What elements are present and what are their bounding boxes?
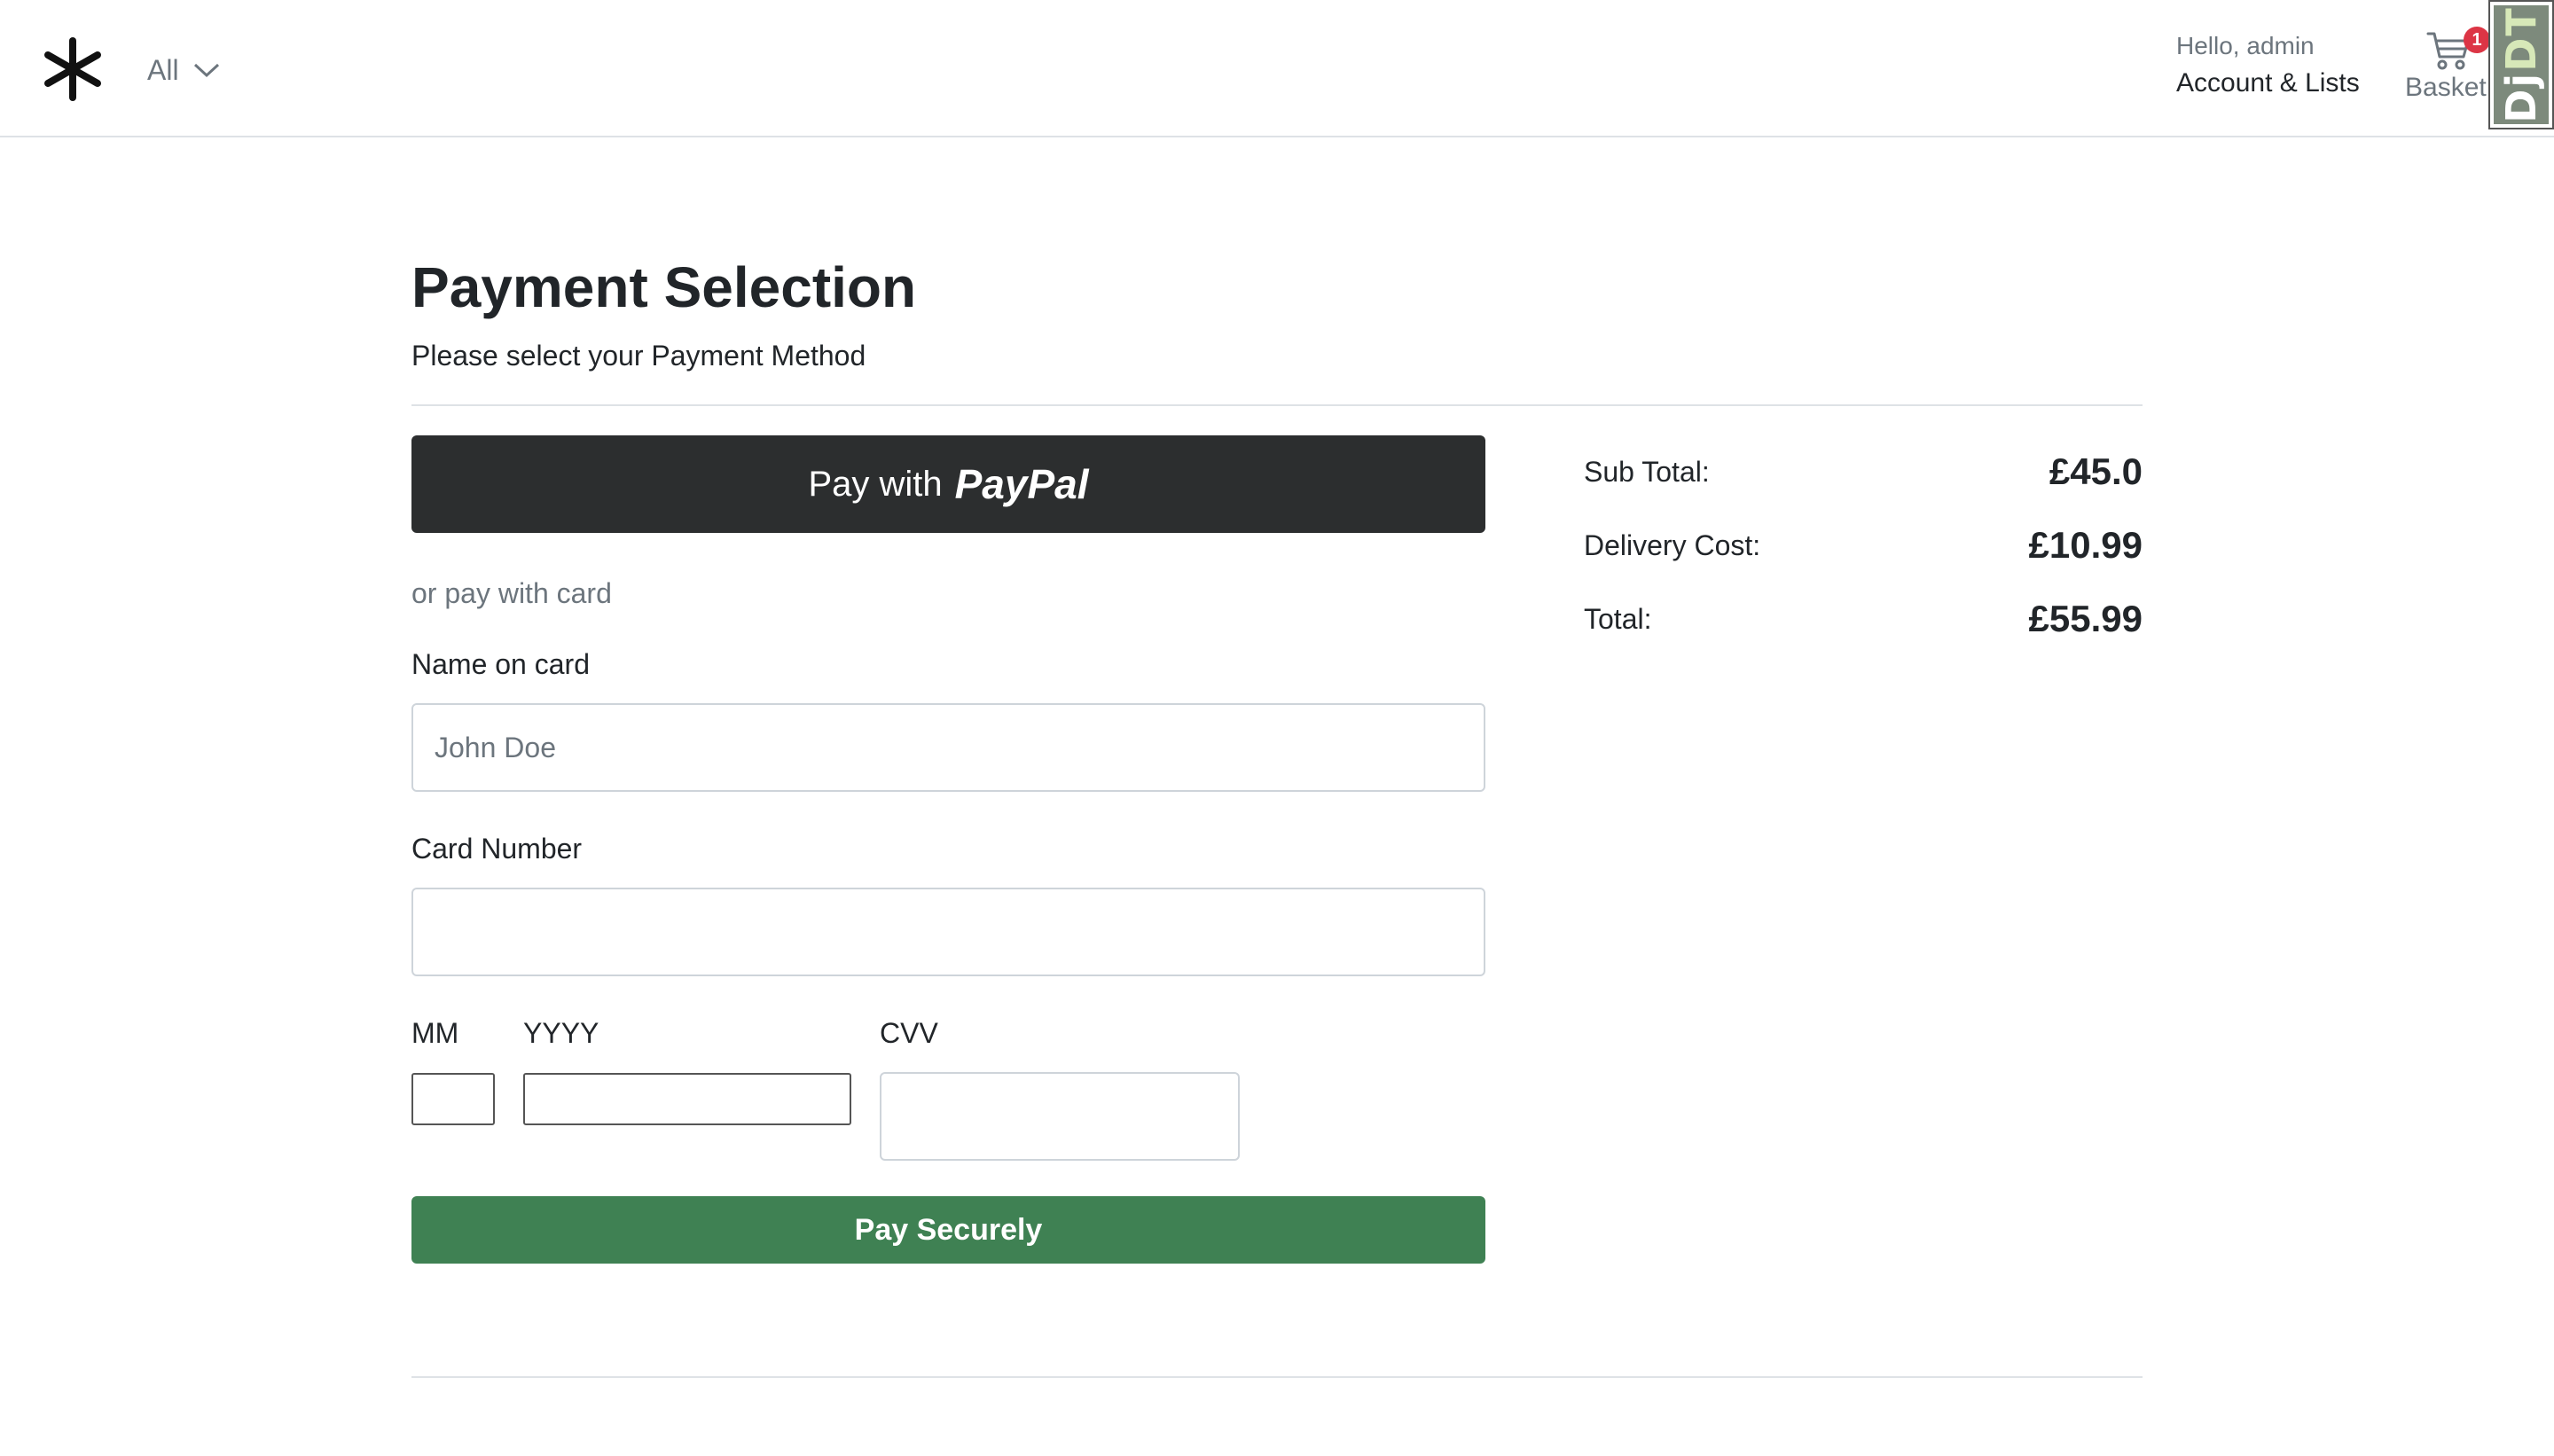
name-on-card-input[interactable] <box>411 703 1485 792</box>
account-menu[interactable]: Hello, admin Account & Lists <box>2176 28 2360 103</box>
delivery-cost-value: £10.99 <box>2028 524 2143 566</box>
page-title: Payment Selection <box>411 255 917 319</box>
expiry-year-label: YYYY <box>523 1017 599 1049</box>
total-value: £55.99 <box>2028 598 2143 639</box>
asterisk-logo-icon[interactable] <box>41 37 105 101</box>
expiry-year-input[interactable] <box>523 1073 851 1125</box>
account-greeting: Hello, admin <box>2176 32 2315 59</box>
basket-count-badge: 1 <box>2464 27 2490 53</box>
delivery-cost-row: Delivery Cost: £10.99 <box>1584 519 2143 572</box>
card-number-input[interactable] <box>411 888 1485 976</box>
account-lists-link[interactable]: Account & Lists <box>2176 64 2360 103</box>
cvv-label: CVV <box>880 1017 938 1049</box>
divider <box>411 1376 2143 1378</box>
paypal-button[interactable]: Pay with PayPal <box>411 435 1485 533</box>
category-select-value: All <box>147 53 179 86</box>
sub-total-label: Sub Total: <box>1584 455 1710 488</box>
total-label: Total: <box>1584 602 1652 635</box>
debug-toolbar-label: DjDT <box>2497 6 2545 123</box>
chevron-down-icon <box>193 63 219 78</box>
sub-total-value: £45.0 <box>2049 450 2143 492</box>
basket-label: Basket <box>2405 73 2487 102</box>
expiry-month-label: MM <box>411 1017 459 1049</box>
debug-toolbar-badge: DjDT <box>2494 5 2549 124</box>
paypal-button-prefix: Pay with <box>808 464 943 504</box>
card-number-label: Card Number <box>411 833 583 865</box>
debug-toolbar-label-dj: Dj <box>2497 71 2546 123</box>
category-select[interactable]: All <box>147 50 220 90</box>
debug-toolbar-handle[interactable]: DjDT <box>2488 0 2554 129</box>
or-pay-with-card-text: or pay with card <box>411 577 612 609</box>
name-on-card-label: Name on card <box>411 648 590 680</box>
pay-securely-button[interactable]: Pay Securely <box>411 1196 1485 1264</box>
site-header: All Hello, admin Account & Lists 1 Baske… <box>0 0 2554 137</box>
sub-total-row: Sub Total: £45.0 <box>1584 445 2143 498</box>
debug-toolbar-label-dt: DT <box>2497 6 2546 72</box>
cvv-input[interactable] <box>880 1072 1240 1161</box>
delivery-cost-label: Delivery Cost: <box>1584 528 1761 561</box>
page-subtitle: Please select your Payment Method <box>411 340 866 372</box>
expiry-month-input[interactable] <box>411 1073 495 1125</box>
divider <box>411 404 2143 406</box>
paypal-logo: PayPal <box>954 461 1089 507</box>
total-row: Total: £55.99 <box>1584 592 2143 646</box>
